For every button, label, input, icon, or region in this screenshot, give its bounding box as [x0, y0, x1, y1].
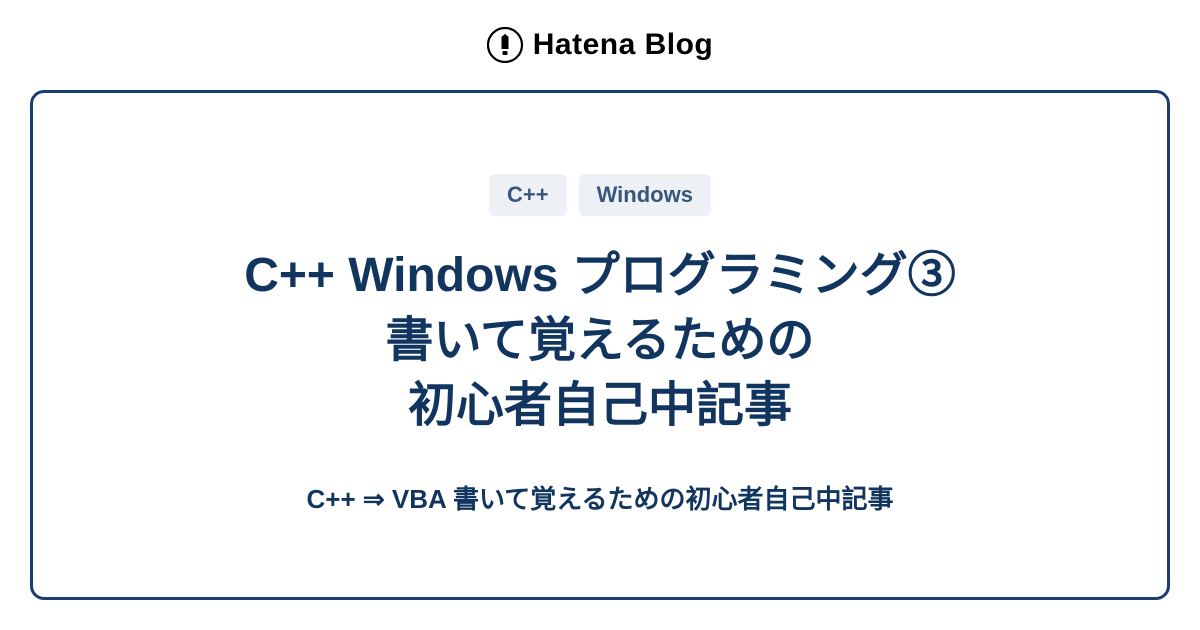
brand-name: Hatena Blog: [533, 28, 714, 62]
tag-item[interactable]: Windows: [579, 174, 711, 216]
article-title: C++ Windows プログラミング③ 書いて覚えるための 初心者自己中記事: [244, 244, 956, 438]
title-line: 初心者自己中記事: [244, 374, 956, 439]
tag-item[interactable]: C++: [489, 174, 567, 216]
blog-name[interactable]: C++ ⇒ VBA 書いて覚えるための初心者自己中記事: [307, 479, 894, 516]
title-line: C++ Windows プログラミング③: [244, 244, 956, 309]
tag-list: C++ Windows: [489, 174, 711, 216]
site-header: Hatena Blog: [0, 0, 1200, 90]
article-card: C++ Windows C++ Windows プログラミング③ 書いて覚えるた…: [30, 90, 1170, 600]
brand-wrap[interactable]: Hatena Blog: [487, 27, 714, 63]
hatena-logo-icon: [487, 27, 523, 63]
title-line: 書いて覚えるための: [244, 309, 956, 374]
